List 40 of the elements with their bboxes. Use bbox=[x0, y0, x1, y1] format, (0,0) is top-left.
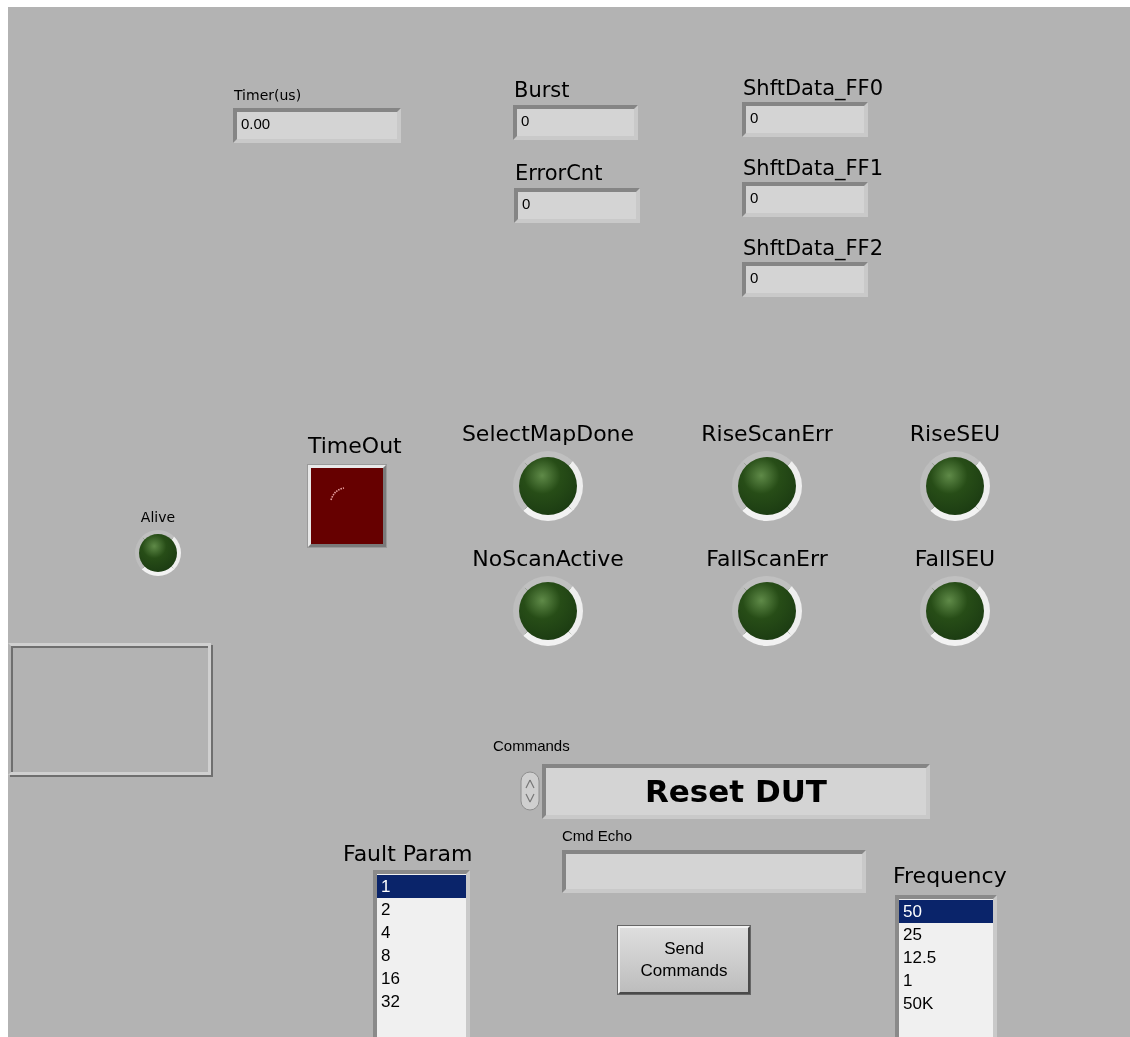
increment-decrement-button[interactable] bbox=[520, 771, 540, 811]
list-item[interactable]: 16 bbox=[377, 967, 466, 991]
led-label: RiseScanErr bbox=[701, 421, 833, 448]
led-label: SelectMapDone bbox=[461, 421, 635, 448]
led-label: NoScanActive bbox=[472, 546, 624, 573]
field-label: Timer(us) bbox=[234, 87, 302, 105]
numeric-indicator: 0 bbox=[742, 262, 868, 298]
field-label: ShftData_FF1 bbox=[743, 155, 884, 182]
field-label: ShftData_FF0 bbox=[743, 75, 884, 102]
list-item[interactable]: 4 bbox=[377, 921, 466, 945]
field-label: Commands bbox=[493, 736, 570, 756]
list-item[interactable]: 1 bbox=[899, 969, 993, 993]
list-item[interactable]: 2 bbox=[377, 898, 466, 922]
button-label: TimeOut bbox=[308, 433, 402, 460]
numeric-indicator: 0.00 bbox=[233, 107, 401, 143]
send-commands-button[interactable]: Send Commands bbox=[618, 926, 750, 994]
arc-icon bbox=[329, 484, 347, 503]
numeric-indicator: 0 bbox=[513, 105, 638, 141]
led-label: FallScanErr bbox=[706, 546, 828, 573]
field-label: Cmd Echo bbox=[562, 826, 633, 846]
timeout-button[interactable] bbox=[308, 465, 386, 548]
field-label: Burst bbox=[514, 77, 570, 104]
list-item[interactable]: 1 bbox=[377, 875, 466, 899]
list-item[interactable]: 32 bbox=[377, 990, 466, 1014]
field-label: ShftData_FF2 bbox=[743, 235, 884, 262]
list-item[interactable]: 8 bbox=[377, 944, 466, 968]
list-item[interactable]: 50 bbox=[899, 900, 993, 924]
command-ring-field[interactable]: Reset DUT bbox=[542, 763, 930, 819]
led-label: RiseSEU bbox=[909, 421, 1001, 448]
led-label: Alive bbox=[140, 509, 176, 526]
list-item[interactable]: 50K bbox=[899, 992, 993, 1016]
list-item[interactable]: 12.5 bbox=[899, 946, 993, 970]
listbox-label: Frequency bbox=[893, 863, 1007, 890]
numeric-indicator: 0 bbox=[742, 102, 868, 138]
numeric-indicator: 0 bbox=[514, 188, 640, 224]
field-label: ErrorCnt bbox=[515, 160, 603, 187]
list-item[interactable]: 25 bbox=[899, 923, 993, 947]
numeric-indicator: 0 bbox=[742, 182, 868, 218]
listbox-label: Fault Param bbox=[343, 841, 473, 868]
led-label: FallSEU bbox=[914, 546, 996, 573]
